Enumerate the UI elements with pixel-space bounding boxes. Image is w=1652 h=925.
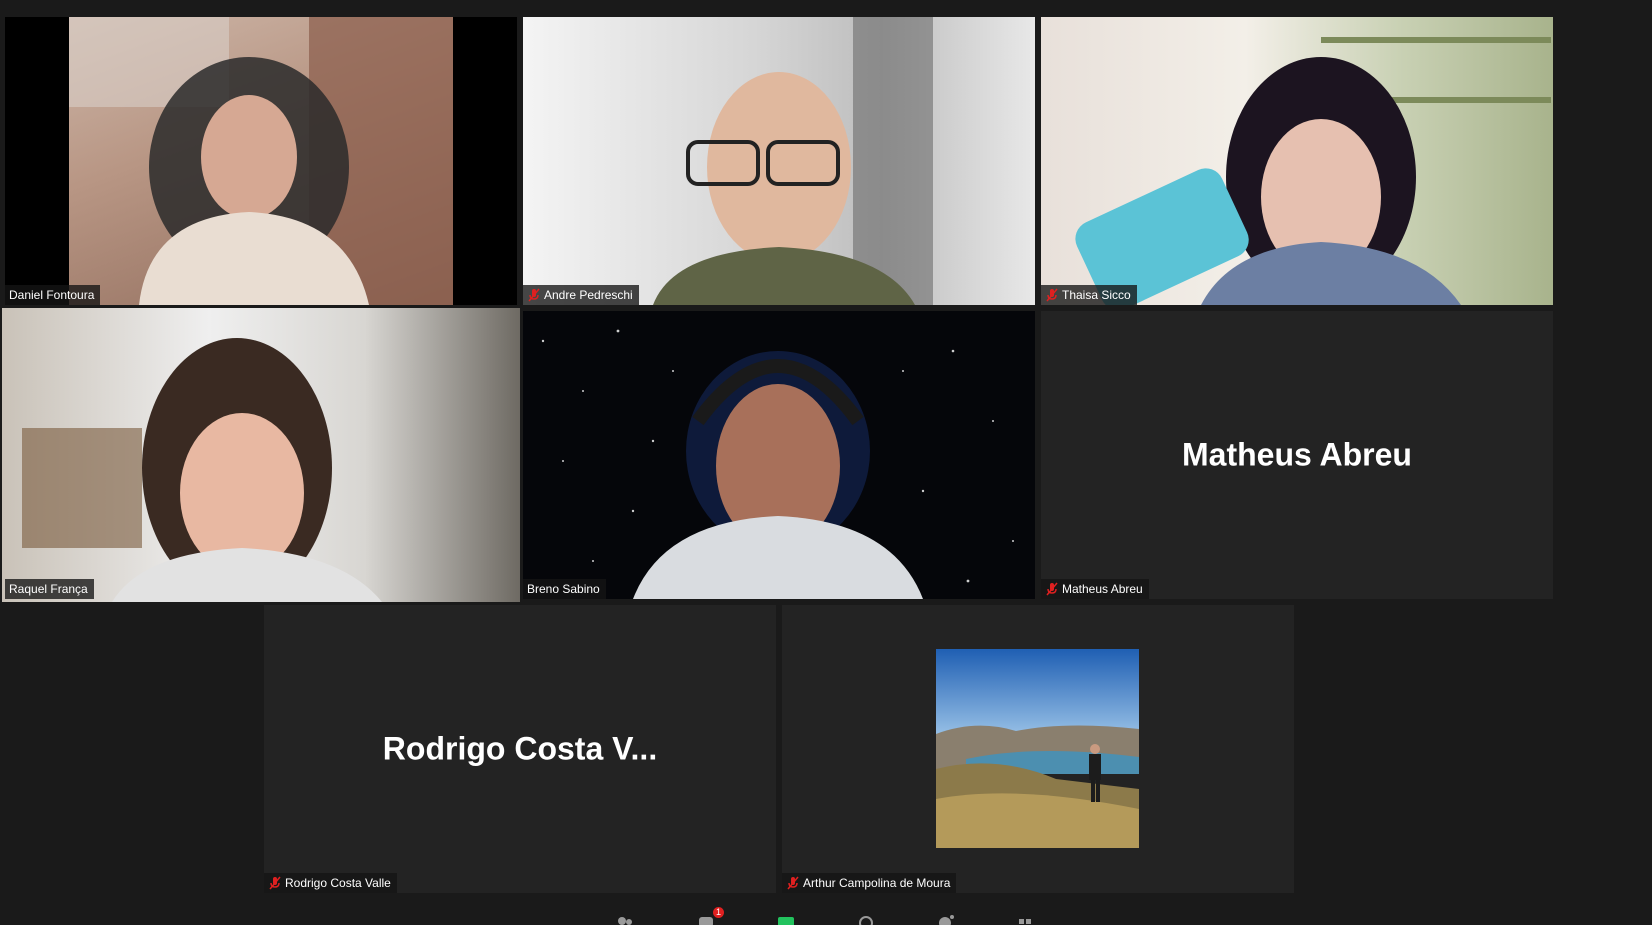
video-feed (1041, 17, 1553, 305)
chat-unread-badge: 1 (712, 907, 724, 918)
video-feed (2, 308, 520, 602)
participant-name-label: Andre Pedreschi (523, 285, 639, 305)
participant-name-label: Arthur Campolina de Moura (782, 873, 957, 893)
participant-silhouette (1075, 37, 1551, 305)
participants-icon[interactable] (616, 913, 636, 925)
participant-name-label: Thaisa Sicco (1041, 285, 1137, 305)
participant-display-name: Matheus Abreu (1182, 436, 1412, 473)
mic-muted-icon (269, 876, 281, 890)
mic-muted-icon (787, 876, 799, 890)
video-tile-raquel-franca[interactable]: Raquel França (2, 308, 520, 602)
participant-name-label: Matheus Abreu (1041, 579, 1149, 599)
participant-silhouette (69, 17, 453, 305)
video-tile-breno-sabino[interactable]: Breno Sabino (523, 311, 1035, 599)
participant-silhouette (653, 17, 933, 305)
video-feed (523, 17, 1035, 305)
video-feed (69, 17, 453, 305)
participant-name-label: Raquel França (5, 579, 94, 599)
mic-muted-icon (1046, 582, 1058, 596)
video-tile-matheus-abreu[interactable]: Matheus Abreu Matheus Abreu (1041, 311, 1553, 599)
meeting-toolbar: 1 (0, 903, 1652, 925)
video-tile-rodrigo-costa-valle[interactable]: Rodrigo Costa V... Rodrigo Costa Valle (264, 605, 776, 893)
chat-icon[interactable]: 1 (696, 907, 724, 925)
mic-muted-icon (528, 288, 540, 302)
video-tile-daniel-fontoura[interactable]: Daniel Fontoura (5, 17, 517, 305)
reactions-icon[interactable] (936, 913, 956, 925)
video-tile-thaisa-sicco[interactable]: Thaisa Sicco (1041, 17, 1553, 305)
participant-silhouette (541, 329, 1014, 599)
profile-photo (936, 649, 1139, 848)
participant-silhouette (22, 338, 382, 602)
participant-name-label: Rodrigo Costa Valle (264, 873, 397, 893)
participant-name-label: Breno Sabino (523, 579, 606, 599)
mic-muted-icon (1046, 288, 1058, 302)
apps-icon[interactable] (1016, 913, 1036, 925)
record-icon[interactable] (856, 913, 876, 925)
participant-display-name: Rodrigo Costa V... (382, 730, 658, 767)
share-screen-icon[interactable] (776, 913, 796, 925)
video-tile-andre-pedreschi[interactable]: Andre Pedreschi (523, 17, 1035, 305)
video-feed (523, 311, 1035, 599)
video-tile-arthur-campolina-de-moura[interactable]: Arthur Campolina de Moura (782, 605, 1294, 893)
participant-name-label: Daniel Fontoura (5, 285, 101, 305)
